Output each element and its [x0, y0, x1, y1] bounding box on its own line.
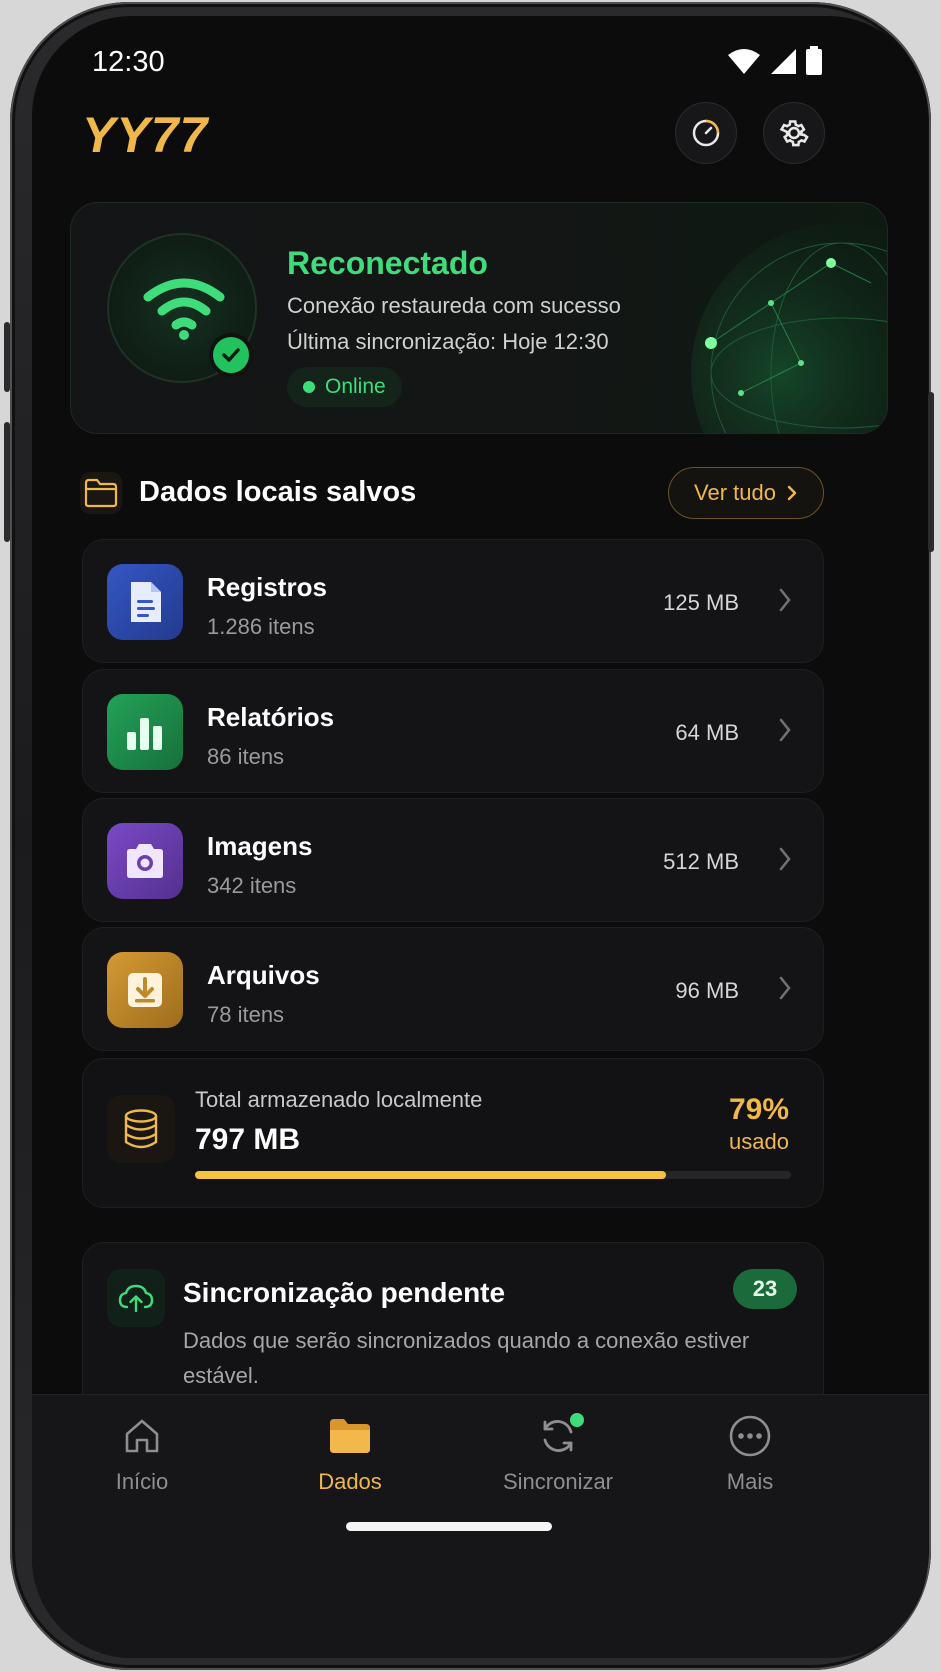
folder-icon	[270, 1409, 430, 1463]
chevron-right-icon	[779, 847, 791, 871]
usage-percent: 79%	[728, 1093, 789, 1126]
online-status-badge: Online	[287, 367, 402, 407]
timer-icon	[692, 119, 720, 147]
nav-label: Início	[115, 1469, 169, 1494]
database-icon	[107, 1095, 175, 1163]
item-title: Registros	[207, 572, 327, 602]
phone-frame: 12:30 YY77 Reconectado Conexão restaured…	[4, 2, 934, 1670]
nav-label: Mais	[726, 1469, 774, 1494]
gear-icon	[779, 120, 809, 147]
nav-label: Dados	[318, 1469, 382, 1494]
item-count: 342 itens	[207, 873, 297, 898]
total-label: Total armazenado localmente	[195, 1087, 483, 1112]
settings-button[interactable]	[763, 102, 825, 164]
status-icons	[727, 46, 823, 76]
nav-item-inicio[interactable]: Início	[62, 1409, 222, 1495]
side-button	[4, 322, 10, 392]
connection-title: Reconectado	[287, 245, 488, 281]
nav-item-mais[interactable]: Mais	[670, 1409, 830, 1495]
home-indicator[interactable]	[346, 1522, 552, 1531]
battery-icon	[806, 46, 822, 75]
home-icon	[62, 1409, 222, 1463]
item-count: 78 itens	[207, 1002, 285, 1027]
timer-button[interactable]	[675, 102, 737, 164]
item-title: Arquivos	[207, 960, 320, 990]
list-item-registros[interactable]: Registros 1.286 itens 125 MB	[82, 539, 824, 663]
item-size: 512 MB	[663, 849, 739, 874]
sync-notification-dot	[570, 1413, 584, 1427]
online-dot-icon	[303, 381, 315, 393]
wifi-signal-icon	[728, 49, 760, 74]
total-storage-card: Total armazenado localmente 797 MB 79% u…	[82, 1058, 824, 1208]
pending-description: Dados que serão sincronizados quando a c…	[183, 1328, 750, 1388]
camera-icon	[107, 823, 183, 899]
folder-icon	[80, 472, 122, 514]
sync-icon	[478, 1409, 638, 1463]
online-label: Online	[325, 375, 386, 398]
power-button	[928, 392, 934, 552]
screen: 12:30 YY77 Reconectado Conexão restaured…	[32, 16, 928, 1658]
pending-count-badge: 23	[733, 1269, 797, 1309]
chevron-right-icon	[779, 588, 791, 612]
last-sync-text: Última sincronização: Hoje 12:30	[287, 329, 609, 354]
chevron-right-icon	[779, 718, 791, 742]
connection-status-card: Reconectado Conexão restaureda com suces…	[70, 202, 888, 434]
item-size: 96 MB	[675, 978, 739, 1003]
chevron-right-icon	[787, 485, 797, 501]
section-title: Dados locais salvos	[139, 476, 417, 508]
globe-network-graphic	[691, 223, 887, 433]
item-count: 86 itens	[207, 744, 285, 769]
check-badge-icon	[209, 333, 253, 377]
nav-item-dados[interactable]: Dados	[270, 1409, 430, 1495]
pending-title: Sincronização pendente	[183, 1277, 506, 1308]
more-icon	[670, 1409, 830, 1463]
view-all-label: Ver tudo	[694, 480, 776, 505]
cloud-upload-icon	[107, 1269, 165, 1327]
item-size: 125 MB	[663, 590, 739, 615]
list-item-arquivos[interactable]: Arquivos 78 itens 96 MB	[82, 927, 824, 1051]
usage-label: usado	[729, 1129, 789, 1154]
status-time: 12:30	[92, 46, 165, 78]
wifi-icon	[143, 278, 225, 340]
view-all-button[interactable]: Ver tudo	[668, 467, 824, 519]
list-item-relatorios[interactable]: Relatórios 86 itens 64 MB	[82, 669, 824, 793]
usage-progress-fill	[195, 1171, 666, 1179]
usage-progress-bar	[195, 1171, 791, 1179]
item-title: Relatórios	[207, 702, 335, 732]
total-value: 797 MB	[195, 1123, 301, 1156]
side-button	[4, 422, 10, 542]
app-logo: YY77	[82, 107, 209, 163]
bar-chart-icon	[107, 694, 183, 770]
chevron-right-icon	[779, 976, 791, 1000]
document-icon	[107, 564, 183, 640]
download-icon	[107, 952, 183, 1028]
item-size: 64 MB	[675, 720, 739, 745]
item-count: 1.286 itens	[207, 614, 315, 639]
list-item-imagens[interactable]: Imagens 342 itens 512 MB	[82, 798, 824, 922]
cell-signal-icon	[771, 49, 796, 74]
nav-item-sincronizar[interactable]: Sincronizar	[478, 1409, 638, 1495]
item-title: Imagens	[207, 831, 313, 861]
connection-message: Conexão restaureda com sucesso	[287, 293, 621, 318]
nav-label: Sincronizar	[502, 1469, 614, 1494]
